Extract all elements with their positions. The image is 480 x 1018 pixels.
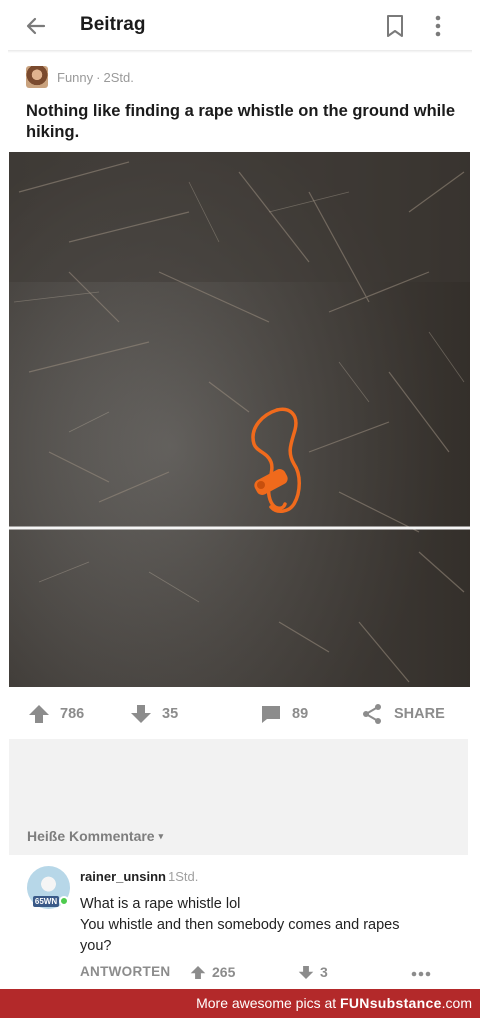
arrow-down-icon [131, 705, 151, 723]
comment-count: 89 [292, 706, 309, 722]
meta-separator: · [96, 69, 101, 85]
comment-downvote-count: 3 [320, 964, 328, 980]
comments-sort-dropdown[interactable]: Heiße Kommentare ▾ [27, 828, 163, 844]
comment-downvote-button[interactable]: 3 [298, 964, 328, 980]
post-title: Nothing like finding a rape whistle on t… [26, 102, 456, 141]
online-indicator [59, 896, 69, 906]
post-meta: Funny · 2Std. [26, 66, 134, 88]
app-bar-divider [8, 50, 472, 53]
post-actions: 786 35 89 SHARE [0, 696, 480, 732]
share-icon [363, 704, 381, 724]
comment-upvote-count: 265 [212, 964, 236, 980]
caret-down-icon: ▾ [158, 831, 164, 841]
arrow-up-icon [190, 965, 206, 979]
comment-upvote-button[interactable]: 265 [190, 964, 235, 980]
arrow-down-icon [298, 965, 314, 979]
watermark-text: More awesome pics at FUNsubstance.com [196, 995, 472, 1011]
more-horizontal-icon[interactable] [410, 967, 432, 981]
comment-icon [262, 706, 280, 723]
section-avatar[interactable] [26, 66, 48, 88]
comment-username[interactable]: rainer_unsinn [80, 869, 166, 884]
downvote-count: 35 [162, 706, 179, 722]
comments-button[interactable]: 89 [260, 700, 308, 728]
comment-item: 65WN rainer_unsinn 1Std. What is a rape … [9, 856, 468, 990]
more-vertical-icon[interactable] [426, 12, 450, 40]
app-bar: Beitrag [0, 0, 480, 52]
watermark-bar: More awesome pics at FUNsubstance.com [0, 989, 480, 1018]
share-label: SHARE [394, 706, 445, 722]
watermark-suffix: .com [441, 995, 472, 1011]
watermark-prefix: More awesome pics at [196, 995, 337, 1011]
reply-button[interactable]: ANTWORTEN [80, 964, 170, 979]
page-title: Beitrag [80, 14, 146, 35]
share-button[interactable]: SHARE [360, 700, 445, 728]
arrow-left-icon[interactable] [22, 12, 50, 40]
upvote-count: 786 [60, 706, 85, 722]
comment-line: You whistle and then somebody comes and … [80, 917, 400, 933]
comment-text: What is a rape whistle lol You whistle a… [80, 894, 460, 957]
comment-line: What is a rape whistle lol [80, 896, 241, 912]
comments-sort-label: Heiße Kommentare [27, 828, 155, 844]
user-badge: 65WN [33, 896, 59, 907]
bookmark-icon[interactable] [382, 12, 408, 40]
section-name[interactable]: Funny [57, 70, 93, 85]
post-age: 2Std. [103, 69, 134, 85]
upvote-button[interactable]: 786 [28, 700, 84, 728]
comment-time: 1Std. [168, 869, 199, 884]
downvote-button[interactable]: 35 [130, 700, 178, 728]
comment-actions: ANTWORTEN 265 3 [80, 964, 460, 984]
comment-line: you? [80, 938, 112, 954]
watermark-brand: FUNsubstance [340, 995, 442, 1011]
post-image[interactable] [9, 152, 470, 687]
arrow-up-icon [29, 705, 49, 723]
